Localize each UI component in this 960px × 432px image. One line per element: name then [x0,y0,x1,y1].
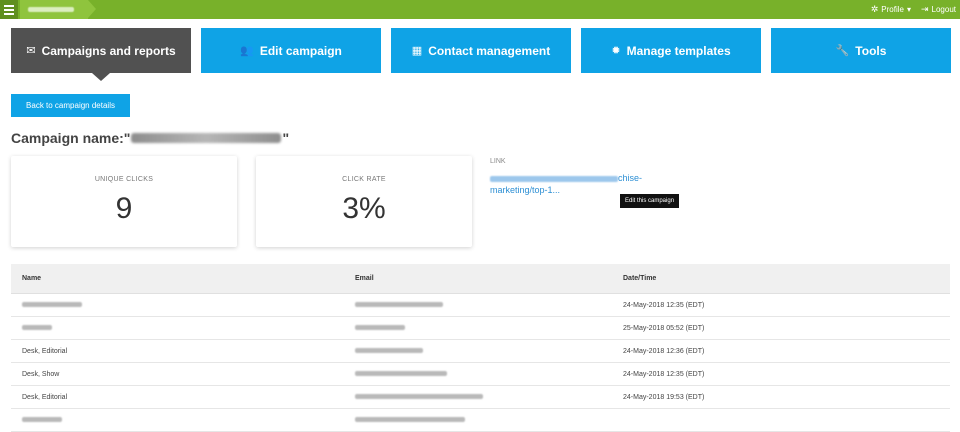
table-row[interactable]: 25-May-2018 05:52 (EDT) [11,317,950,340]
click-rate-value: 3% [342,192,386,225]
campaign-title-prefix: Campaign name:" [11,130,131,146]
link-label: LINK [490,158,506,165]
table-header: Name Email Date/Time [11,264,950,294]
cell-name [11,301,344,309]
cell-datetime: 24-May-2018 12:35 (EDT) [623,301,705,309]
tab-label: Edit campaign [259,43,342,58]
column-header-datetime[interactable]: Date/Time [612,275,950,282]
envelope-icon: ✉ [26,45,36,57]
cell-name [11,416,344,424]
campaign-link[interactable]: chise- marketing/top-1... [490,172,690,196]
page-title: Campaign name:" " [11,130,289,146]
cell-email [344,347,612,355]
tab-edit-campaign[interactable]: 👥 Edit campaign [201,28,381,73]
cell-name: Desk, Editorial [22,347,68,355]
redacted-text [355,416,465,422]
back-to-campaign-details-button[interactable]: Back to campaign details [11,94,130,117]
cell-datetime: 24-May-2018 12:35 (EDT) [623,370,705,378]
logout-icon: ⇥ [920,4,929,14]
top-bar: ✲ Profile ▾ ⇥ Logout [0,0,960,19]
users-icon: 👥 [240,45,254,57]
cell-email [344,324,612,332]
logout-button[interactable]: ⇥ Logout [921,4,956,15]
cell-datetime: 24-May-2018 19:53 (EDT) [623,393,705,401]
redacted-text [355,301,443,307]
cell-name: Desk, Editorial [22,393,68,401]
unique-clicks-label: UNIQUE CLICKS [94,176,154,183]
click-rate-label: CLICK RATE [342,176,386,183]
profile-menu[interactable]: ✲ Profile ▾ [871,4,911,15]
redacted-text [22,416,62,422]
tab-label: Manage templates [626,43,731,58]
wrench-icon: 🔧 [835,45,850,57]
tab-label: Tools [855,43,887,58]
topbar-actions: ✲ Profile ▾ ⇥ Logout [871,4,960,15]
cell-name: Desk, Show [22,370,60,378]
link-redacted [490,175,618,182]
link-block: LINK chise- marketing/top-1... [490,158,690,196]
cell-email [344,301,612,309]
clicks-table: Name Email Date/Time 24-May-2018 12:35 (… [11,264,950,432]
table-row[interactable]: 24-May-2018 12:35 (EDT) [11,294,950,317]
tab-contact-management[interactable]: ▦ Contact management [391,28,571,73]
address-book-icon: ▦ [411,45,423,57]
tab-tools[interactable]: 🔧 Tools [771,28,951,73]
unique-clicks-card: UNIQUE CLICKS 9 [11,156,237,247]
redacted-text [355,347,423,353]
unique-clicks-value: 9 [115,192,133,225]
chevron-down-icon: ▾ [906,5,911,14]
redacted-text [355,393,483,399]
campaign-name-redacted [131,133,282,143]
breadcrumb-redacted [28,7,74,12]
column-header-email[interactable]: Email [344,275,612,282]
profile-label: Profile [881,5,904,14]
cell-datetime: 24-May-2018 12:36 (EDT) [623,347,705,355]
link-line-2: marketing/top-1... [490,185,561,195]
tab-manage-templates[interactable]: ✹ Manage templates [581,28,761,73]
gear-icon: ✹ [611,45,621,57]
tab-campaigns-and-reports[interactable]: ✉ Campaigns and reports [11,28,191,81]
tab-label: Campaigns and reports [41,43,176,58]
campaign-title-suffix: " [282,130,290,146]
tooltip: Edit this campaign [620,194,680,208]
cell-name [11,324,344,332]
logout-label: Logout [931,5,956,14]
click-rate-card: CLICK RATE 3% [256,156,472,247]
redacted-text [355,324,405,330]
redacted-text [22,324,52,330]
redacted-text [355,370,447,376]
table-row[interactable]: Desk, Editorial 24-May-2018 19:53 (EDT) [11,386,950,409]
redacted-text [22,301,82,307]
tab-label: Contact management [428,43,551,58]
breadcrumb[interactable] [20,0,96,19]
table-row[interactable]: Desk, Editorial 24-May-2018 12:36 (EDT) [11,340,950,363]
link-tail: chise- [618,173,643,183]
table-row[interactable] [11,409,950,432]
cell-email [344,393,612,401]
gear-icon: ✲ [870,4,879,14]
main-nav-tabs: ✉ Campaigns and reports 👥 Edit campaign … [11,28,951,81]
cell-datetime: 25-May-2018 05:52 (EDT) [623,324,705,332]
cell-email [344,370,612,378]
table-row[interactable]: Desk, Show 24-May-2018 12:35 (EDT) [11,363,950,386]
cell-email [344,416,612,424]
menu-icon[interactable] [0,0,18,19]
column-header-name[interactable]: Name [11,275,344,282]
